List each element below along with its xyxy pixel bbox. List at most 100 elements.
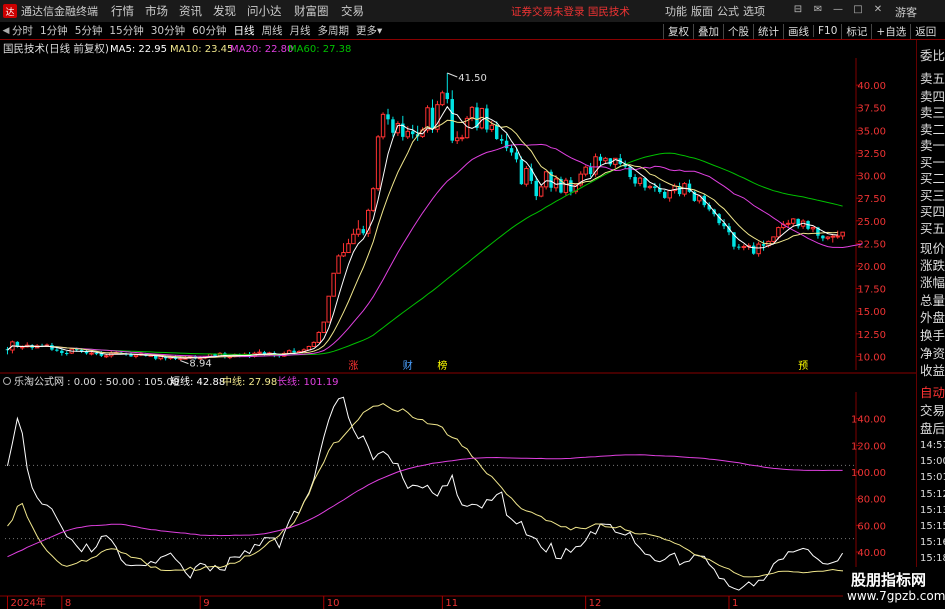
minimize-icon[interactable]: — <box>830 2 846 18</box>
candle-body-up <box>825 236 831 239</box>
toolbar-right: 复权 叠加 个股 统计 画线 F10 标记 +自选 返回 <box>663 22 940 40</box>
menu-item-news[interactable]: 资讯 <box>179 3 212 19</box>
menu-item-trade[interactable]: 交易 <box>341 3 374 19</box>
side-item-auto[interactable]: 自动 <box>920 382 945 401</box>
side-time[interactable]: 15:00 <box>920 456 945 467</box>
watermark-url: www.7gpzb.com <box>847 589 945 603</box>
candle-body-up <box>469 106 475 119</box>
candle-body-down <box>504 140 509 149</box>
period-intraday[interactable]: 分时 <box>12 23 33 38</box>
candle-body-up <box>370 188 376 211</box>
candle-body-up <box>133 354 139 357</box>
candle-body-up <box>405 130 410 138</box>
period-15min[interactable]: 15分钟 <box>109 23 143 38</box>
candle-body-up <box>380 113 386 138</box>
event-marker: 财 <box>403 359 413 372</box>
f10-button[interactable]: F10 <box>813 25 841 37</box>
period-5min[interactable]: 5分钟 <box>75 23 103 38</box>
side-time[interactable]: 14:57 <box>920 440 945 451</box>
side-item-earnings[interactable]: 收益 <box>920 360 945 379</box>
stats-button[interactable]: 统计 <box>753 23 783 39</box>
x-tick-label: 11 <box>445 598 458 609</box>
side-item-change-pct[interactable]: 涨幅 <box>920 272 945 291</box>
price-tick-label: 32.50 <box>857 149 886 160</box>
side-time[interactable]: 15:01 <box>920 472 945 483</box>
candle-body-up <box>311 341 317 347</box>
period-30min[interactable]: 30分钟 <box>151 23 185 38</box>
side-item-ask5[interactable]: 卖五 <box>920 68 945 87</box>
back-button[interactable]: 返回 <box>910 23 940 39</box>
add-watchlist-button[interactable]: +自选 <box>871 23 910 39</box>
candle-body-up <box>104 355 109 358</box>
period-weekly[interactable]: 周线 <box>262 23 283 38</box>
side-item-turnover[interactable]: 换手 <box>920 325 945 344</box>
menu-item-ask[interactable]: 问小达 <box>247 3 293 19</box>
candle-body-up <box>341 252 346 257</box>
period-monthly[interactable]: 月线 <box>290 23 311 38</box>
candle-body-down <box>519 159 524 185</box>
period-more[interactable]: 更多▾ <box>356 23 382 38</box>
right-menu: 功能 版面 公式 选项 <box>665 3 769 19</box>
side-item-outer[interactable]: 外盘 <box>920 307 945 326</box>
menu-item-layout[interactable]: 版面 <box>691 3 717 19</box>
candle-body-down <box>430 107 435 130</box>
side-item-ratio[interactable]: 委比 <box>920 45 945 64</box>
candle-body-up <box>440 92 445 106</box>
close-icon[interactable]: ✕ <box>870 2 886 18</box>
side-time[interactable]: 15:18 <box>920 553 945 564</box>
window-controls: ⊟ ✉ — □ ✕ <box>790 2 886 18</box>
indicator-settings-icon[interactable] <box>3 377 11 385</box>
indicator-tick-label: 40.00 <box>857 548 886 559</box>
record-icon[interactable]: ⊟ <box>790 2 806 18</box>
side-time[interactable]: 15:15 <box>920 521 945 532</box>
overlay-button[interactable]: 叠加 <box>693 23 723 39</box>
indicator-tick-label: 120.00 <box>851 441 886 452</box>
menu-item-formula[interactable]: 公式 <box>717 3 743 19</box>
maximize-icon[interactable]: □ <box>850 2 866 18</box>
menu-item-function[interactable]: 功能 <box>665 3 691 19</box>
side-item-after-hours[interactable]: 盘后 <box>920 418 945 437</box>
menu-item-market[interactable]: 市场 <box>145 3 178 19</box>
legend-mid: 中线: 27.98 <box>222 375 277 388</box>
side-time[interactable]: 15:16 <box>920 537 945 548</box>
price-tick-label: 22.50 <box>857 239 886 250</box>
candle-body-down <box>598 156 603 161</box>
period-1min[interactable]: 1分钟 <box>40 23 68 38</box>
candle-body-up <box>790 218 796 224</box>
price-axis: 10.00 12.50 15.00 17.50 20.00 22.50 25.00 27.50… <box>857 81 886 363</box>
candle-body-down <box>361 229 366 234</box>
side-time[interactable]: 15:13 <box>920 505 945 516</box>
candle-body-up <box>336 255 341 274</box>
period-multi[interactable]: 多周期 <box>318 23 350 38</box>
side-item-trade[interactable]: 交易 <box>920 400 945 419</box>
chevron-left-icon[interactable]: ◀ <box>0 26 12 36</box>
menu-item-discover[interactable]: 发现 <box>213 3 246 19</box>
chart-area[interactable]: 国民技术(日线 前复权) MA5: 22.95 MA10: 23.45 MA20… <box>0 40 916 609</box>
period-daily[interactable]: 日线 <box>234 23 255 38</box>
candle-body-up <box>776 227 781 238</box>
candle-body-up <box>89 352 94 355</box>
login-banner[interactable]: 证券交易未登录 国民技术 <box>511 4 630 19</box>
adjust-button[interactable]: 复权 <box>663 23 693 39</box>
candle-body-up <box>667 190 672 199</box>
side-item-bid5[interactable]: 买五 <box>920 218 945 237</box>
side-time[interactable]: 15:12 <box>920 489 945 500</box>
mark-button[interactable]: 标记 <box>841 23 871 39</box>
legend-ma60: MA60: 27.38 <box>288 44 351 55</box>
draw-button[interactable]: 画线 <box>783 23 813 39</box>
mail-icon[interactable]: ✉ <box>810 2 826 18</box>
menu-item-quotes[interactable]: 行情 <box>111 3 144 19</box>
candle-body-down <box>628 166 632 178</box>
candle-body-up <box>647 185 653 189</box>
long-line <box>7 454 843 558</box>
candle-body-down <box>514 152 519 160</box>
guest-label[interactable]: 游客 <box>895 4 917 20</box>
menu-item-wealth[interactable]: 财富圈 <box>294 3 340 19</box>
menu-item-options[interactable]: 选项 <box>743 3 769 19</box>
app-title: 通达信金融终端 <box>21 5 98 18</box>
stock-button[interactable]: 个股 <box>723 23 753 39</box>
period-60min[interactable]: 60分钟 <box>192 23 226 38</box>
title-bar: 达 通达信金融终端 行情 市场 资讯 发现 问小达 财富圈 交易 证券交易未登录… <box>0 0 945 22</box>
candle-body-up <box>375 136 381 190</box>
candle-body-up <box>351 233 356 245</box>
